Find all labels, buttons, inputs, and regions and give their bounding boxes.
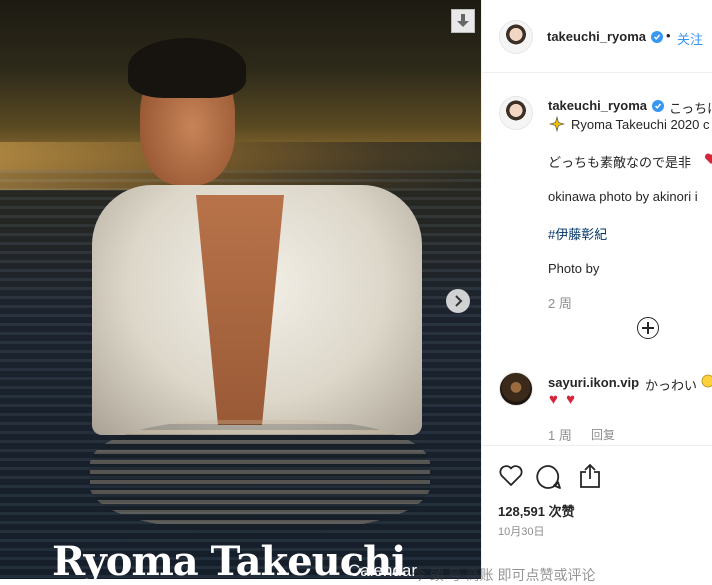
- chevron-right-icon: [455, 295, 463, 307]
- heart-icon[interactable]: [498, 464, 524, 488]
- smile-emoji-icon: [701, 374, 712, 388]
- caption-line-4: okinawa photo by akinori i: [548, 189, 698, 204]
- person-hair: [128, 38, 246, 98]
- post-header: takeuchi_ryoma • 关注: [482, 0, 712, 73]
- follow-button[interactable]: 关注: [677, 29, 703, 48]
- caption-hashtag[interactable]: #伊藤彰紀: [548, 224, 607, 243]
- reply-button[interactable]: 回复: [591, 426, 615, 443]
- post-date: 10月30日: [498, 526, 545, 538]
- download-icon: [457, 14, 469, 27]
- like-count[interactable]: 128,591 次赞: [498, 501, 575, 520]
- comment-username[interactable]: sayuri.ikon.vip: [548, 375, 639, 390]
- verified-badge-icon: [651, 31, 663, 43]
- comment-age[interactable]: 1 周: [548, 425, 572, 444]
- plus-circle-icon[interactable]: [637, 317, 659, 339]
- watermark-overlay: 今 頭 号 商账 即可点赞或评论: [412, 567, 596, 583]
- separator-dot: •: [666, 28, 671, 43]
- comment-hearts: ♥ ♥: [549, 391, 577, 408]
- share-icon[interactable]: [578, 463, 602, 489]
- water-reflection: [90, 420, 430, 530]
- header-username[interactable]: takeuchi_ryoma: [547, 29, 646, 44]
- caption-line-6: Photo by: [548, 261, 600, 276]
- post-sidebar: takeuchi_ryoma • 关注 takeuchi_ryoma こっちは …: [481, 0, 712, 579]
- sparkle-emoji-icon: [549, 116, 565, 132]
- avatar[interactable]: [499, 20, 533, 54]
- comment-avatar[interactable]: [499, 372, 533, 406]
- download-button[interactable]: [451, 9, 475, 33]
- comment-icon[interactable]: [536, 464, 562, 490]
- heart-emoji-icon: [705, 153, 712, 164]
- comment-text: かっわい: [645, 378, 698, 393]
- caption-line-2: Ryoma Takeuchi 2020 c: [571, 117, 710, 132]
- caption-line-3: どっちも素敵なので是非: [548, 155, 692, 170]
- next-photo-button[interactable]: [446, 289, 470, 313]
- verified-badge-icon: [652, 100, 664, 112]
- post-photo[interactable]: Ryoma Takeuchi Calendar: [0, 0, 481, 579]
- photo-headline-sub: Calendar: [348, 561, 417, 579]
- caption-avatar[interactable]: [499, 96, 533, 130]
- caption-age[interactable]: 2 周: [548, 293, 572, 312]
- caption-username[interactable]: takeuchi_ryoma: [548, 98, 647, 113]
- caption-text-start: こっちは: [669, 101, 712, 116]
- post-actions: 128,591 次赞 10月30日: [482, 445, 712, 580]
